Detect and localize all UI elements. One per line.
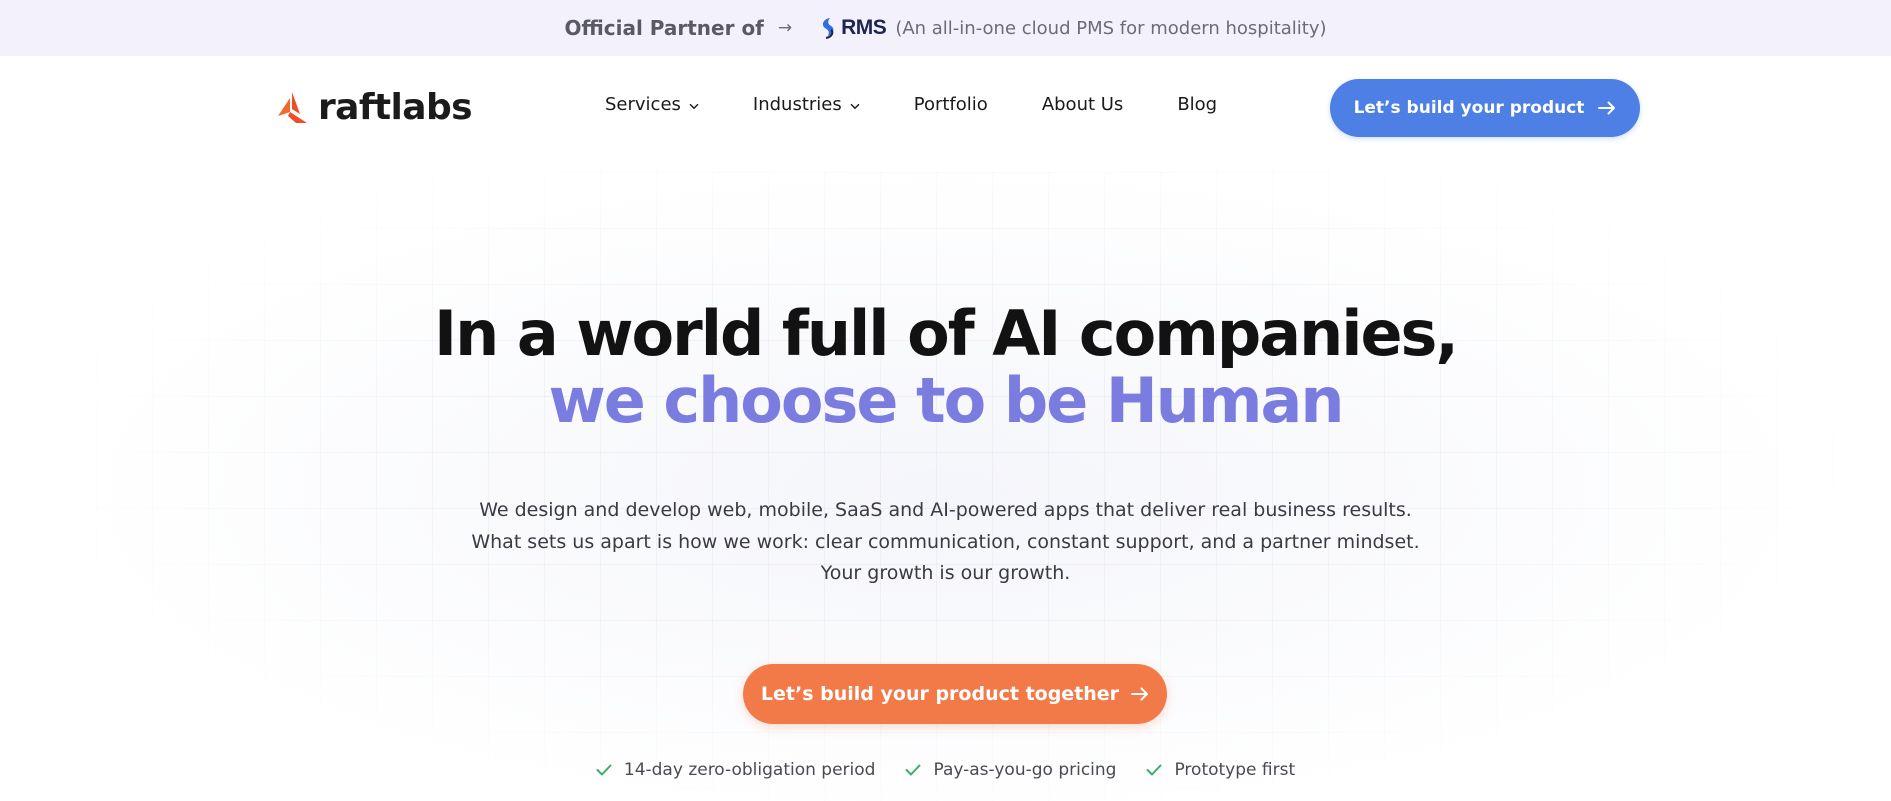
nav-item-label: Services — [605, 94, 681, 115]
main-nav: Services Industries Portfolio About Us B… — [605, 94, 1271, 115]
nav-item-label: Industries — [752, 94, 842, 115]
site-header: raftlabs Services Industries Portfolio A… — [0, 56, 1891, 162]
chevron-down-icon — [689, 94, 699, 115]
build-product-together-label: Let’s build your product together — [760, 683, 1120, 705]
hero-headline: In a world full of AI companies, we choo… — [0, 300, 1891, 434]
nav-item-label: Portfolio — [913, 94, 988, 115]
check-icon — [905, 764, 921, 776]
hero-subcopy-line: What sets us apart is how we work: clear… — [471, 530, 1420, 553]
feature-label: Prototype first — [1174, 760, 1296, 780]
check-icon — [596, 764, 612, 776]
feature-item: 14-day zero-obligation period — [596, 760, 876, 780]
hero-subcopy-line: We design and develop web, mobile, SaaS … — [479, 499, 1412, 521]
arrow-right-icon — [1131, 687, 1149, 701]
brand-name: raftlabs — [318, 87, 473, 128]
rms-logo-text: RMS — [841, 16, 887, 39]
feature-label: 14-day zero-obligation period — [623, 760, 876, 780]
rms-mark-icon — [823, 18, 834, 39]
build-product-together-button[interactable]: Let’s build your product together — [743, 664, 1167, 724]
nav-item-label: Blog — [1177, 94, 1218, 115]
arrow-right-icon: → — [777, 18, 793, 38]
chevron-down-icon — [850, 94, 860, 115]
nav-item-portfolio[interactable]: Portfolio — [914, 94, 988, 115]
nav-item-industries[interactable]: Industries — [753, 94, 860, 115]
hero-section: In a world full of AI companies, we choo… — [0, 162, 1891, 801]
hero-subcopy: We design and develop web, mobile, SaaS … — [0, 495, 1891, 590]
check-icon — [1146, 764, 1162, 776]
nav-item-services[interactable]: Services — [605, 94, 699, 115]
arrow-right-icon — [1598, 101, 1616, 115]
build-product-button[interactable]: Let’s build your product — [1330, 79, 1640, 137]
nav-item-about-us[interactable]: About Us — [1042, 94, 1124, 115]
feature-item: Prototype first — [1146, 760, 1295, 780]
announcement-lead: Official Partner of — [564, 16, 764, 40]
nav-item-label: About Us — [1041, 94, 1124, 115]
hero-subcopy-line: Your growth is our growth. — [820, 562, 1071, 584]
feature-item: Pay-as-you-go pricing — [905, 760, 1116, 780]
announcement-bar: Official Partner of → RMS (An all-in-one… — [0, 0, 1891, 56]
rms-logo[interactable]: RMS — [818, 16, 887, 40]
raftlabs-mark-icon — [278, 92, 307, 123]
nav-item-blog[interactable]: Blog — [1177, 94, 1217, 115]
build-product-button-label: Let’s build your product — [1353, 98, 1585, 118]
hero-headline-line1: In a world full of AI companies, — [434, 297, 1459, 370]
feature-label: Pay-as-you-go pricing — [933, 760, 1117, 780]
hero-features: 14-day zero-obligation period Pay-as-you… — [0, 760, 1891, 780]
brand-logo[interactable]: raftlabs — [276, 87, 473, 128]
hero-headline-line2: we choose to be Human — [548, 364, 1345, 437]
announcement-tagline: (An all-in-one cloud PMS for modern hosp… — [895, 17, 1327, 39]
